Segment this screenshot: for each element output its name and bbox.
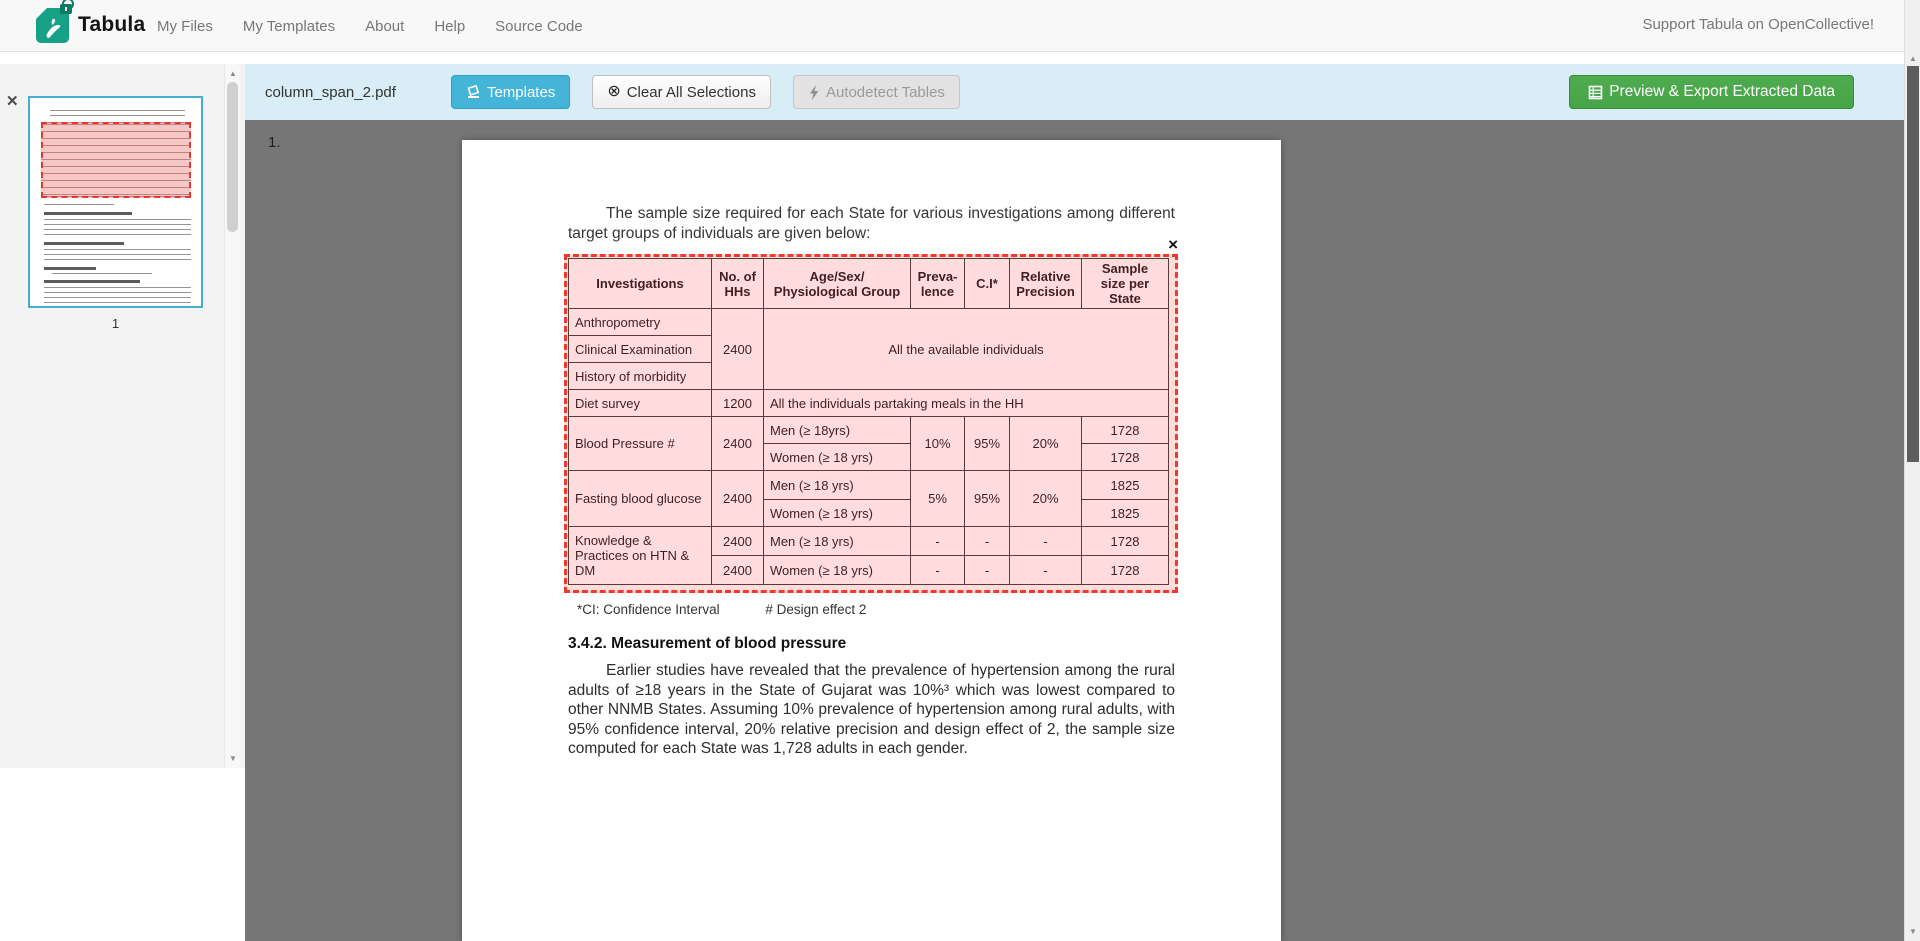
current-filename: column_span_2.pdf [265,84,396,101]
spreadsheet-icon [1588,85,1603,100]
tabula-logo-icon[interactable] [36,8,69,43]
sidebar-scrollbar-thumb[interactable] [227,82,238,232]
thumbnail-text-lines [52,273,152,277]
footnote-ci: *CI: Confidence Interval [577,602,720,617]
autodetect-tables-button[interactable]: Autodetect Tables [793,75,960,109]
scroll-up-icon[interactable]: ▲ [225,69,241,78]
page-thumbnail[interactable] [28,96,203,308]
section-heading: 3.4.2. Measurement of blood pressure [568,635,846,653]
table-footnote: *CI: Confidence Interval # Design effect… [577,602,866,617]
support-link[interactable]: Support Tabula on OpenCollective! [1642,16,1874,33]
clear-all-selections-button[interactable]: ⊗ Clear All Selections [592,75,771,109]
scroll-up-icon[interactable]: ▲ [1905,54,1920,63]
templates-button-label: Templates [487,84,555,101]
preview-export-button[interactable]: Preview & Export Extracted Data [1569,75,1854,109]
main-panel: column_span_2.pdf Templates ⊗ Clear All … [245,64,1904,941]
nav-my-files[interactable]: My Files [142,18,228,35]
selection-close-icon[interactable]: × [1168,236,1178,253]
scroll-down-icon[interactable]: ▼ [1905,927,1920,936]
remove-page-icon[interactable]: ✕ [6,92,19,110]
thumbnail-heading-line [44,212,132,215]
logo-pdf-squiggle [40,14,65,40]
templates-button[interactable]: Templates [451,75,570,109]
sidebar-scrollbar[interactable]: ▲ ▼ [224,64,240,768]
clear-button-label: Clear All Selections [627,84,756,101]
page-scrollbar-thumb[interactable] [1907,66,1919,462]
thumbnail-page-number: 1 [28,316,203,331]
navbar: Tabula My Files My Templates About Help … [0,0,1904,52]
thumbnail-heading-line [44,242,124,245]
autodetect-button-label: Autodetect Tables [826,84,945,101]
nav-about[interactable]: About [350,18,419,35]
nav-my-templates[interactable]: My Templates [228,18,350,35]
lightning-bolt-icon [808,85,820,100]
export-button-label: Preview & Export Extracted Data [1609,83,1835,101]
body-paragraph: Earlier studies have revealed that the p… [568,661,1175,759]
selection-box[interactable]: × [564,254,1178,593]
brand-title: Tabula [78,13,145,37]
thumbnail-text-lines [44,204,114,208]
toolbar: column_span_2.pdf Templates ⊗ Clear All … [245,64,1904,120]
templates-icon [466,85,481,99]
thumbnail-selection-preview [41,122,191,198]
thumbnail-text-lines [44,249,191,263]
pdf-page[interactable]: The sample size required for each State … [462,140,1281,941]
intro-paragraph: The sample size required for each State … [568,204,1175,244]
thumbnail-text-lines [50,110,185,119]
page-scrollbar[interactable]: ▲ ▼ [1904,0,1920,941]
thumbnail-heading-line [44,280,140,283]
nav-source-code[interactable]: Source Code [480,18,598,35]
logo-lock-icon [60,4,72,14]
scroll-down-icon[interactable]: ▼ [225,754,241,763]
document-viewport[interactable]: 1. The sample size required for each Sta… [245,120,1904,941]
footnote-design-effect: # Design effect 2 [765,602,866,617]
thumbnail-heading-line [44,267,96,270]
thumbnail-text-lines [44,219,191,238]
page-number-label: 1. [268,134,281,151]
thumbnail-sidebar: ✕ 1 ▲ ▼ [0,64,245,768]
thumbnail-text-lines [44,287,191,305]
clear-circle-x-icon: ⊗ [607,84,620,100]
nav-help[interactable]: Help [419,18,480,35]
nav-links: My Files My Templates About Help Source … [142,0,598,52]
